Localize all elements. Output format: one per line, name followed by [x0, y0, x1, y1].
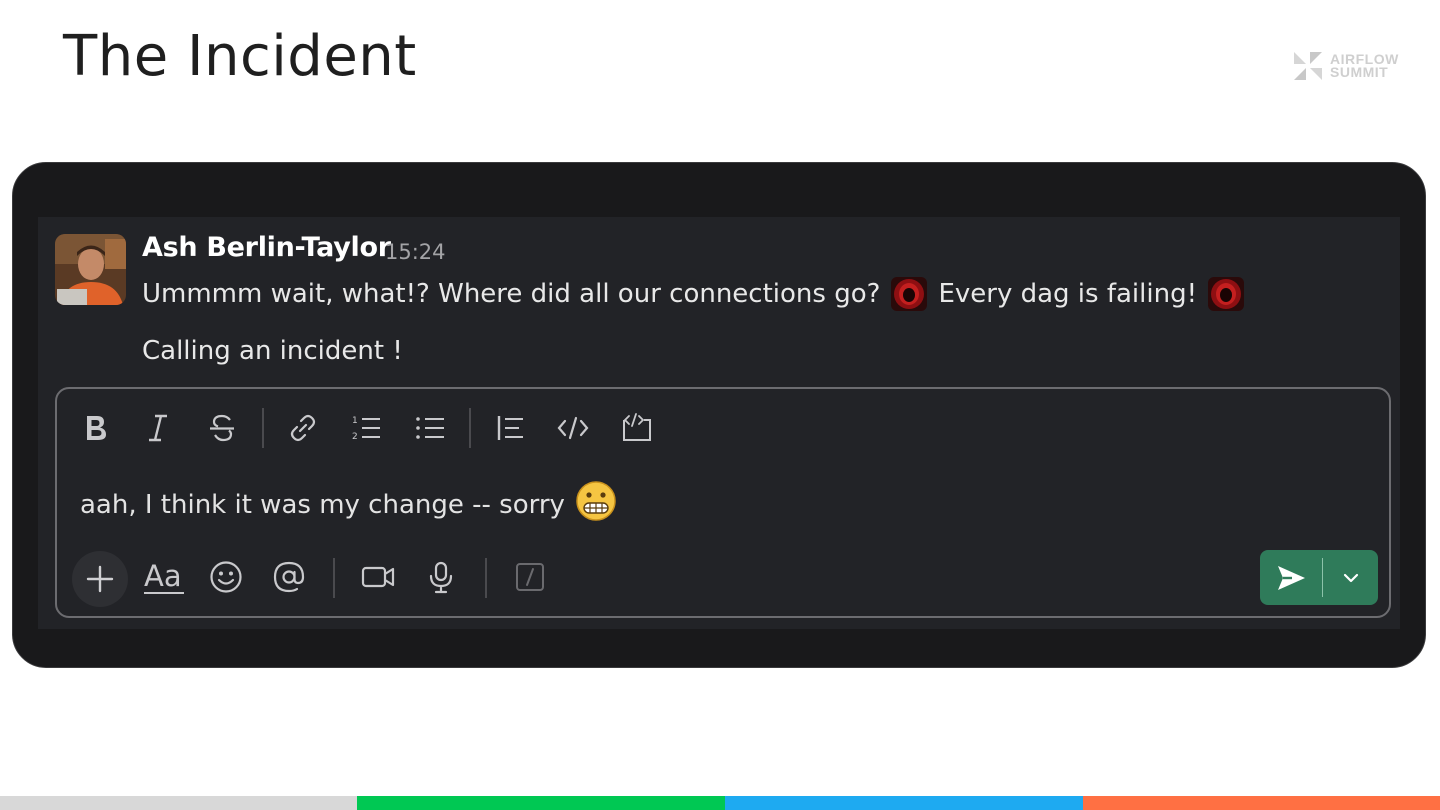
message-line-2: Calling an incident !	[142, 336, 403, 366]
draft-text: aah, I think it was my change -- sorry	[80, 489, 565, 520]
toolbar-divider	[485, 558, 487, 598]
send-button[interactable]	[1260, 550, 1322, 605]
link-icon[interactable]	[283, 408, 323, 448]
message-text-part2: Every dag is failing!	[938, 279, 1197, 309]
bulleted-list-icon[interactable]	[410, 408, 450, 448]
footer-bar-green	[357, 796, 725, 810]
format-label: Aa	[144, 559, 182, 593]
formatting-toggle-button[interactable]: Aa	[142, 557, 186, 597]
code-block-icon[interactable]	[617, 408, 657, 448]
emoji-button[interactable]	[206, 557, 246, 597]
microphone-icon	[429, 561, 453, 594]
video-icon	[361, 566, 395, 588]
strikethrough-icon[interactable]	[202, 408, 242, 448]
code-icon[interactable]	[553, 408, 593, 448]
plus-icon	[86, 565, 114, 593]
mention-icon	[273, 561, 305, 593]
avatar[interactable]	[55, 234, 126, 305]
fire-emoji-icon	[888, 274, 930, 314]
message-timestamp[interactable]: 15:24	[385, 240, 446, 264]
message-line-1: Ummmm wait, what!? Where did all our con…	[142, 274, 1255, 314]
footer-bar-gray	[0, 796, 357, 810]
audio-clip-button[interactable]	[421, 557, 461, 597]
italic-icon[interactable]	[138, 408, 178, 448]
send-icon	[1278, 565, 1305, 590]
send-button-group	[1260, 550, 1378, 605]
slash-command-button[interactable]	[510, 557, 550, 597]
svg-text:2: 2	[352, 432, 358, 442]
bold-icon[interactable]	[75, 408, 115, 448]
logo-line2: SUMMIT	[1330, 64, 1389, 80]
svg-text:1: 1	[352, 416, 358, 426]
formatting-icon: Aa	[144, 559, 184, 594]
message-text-part1: Ummmm wait, what!? Where did all our con…	[142, 279, 881, 309]
video-clip-button[interactable]	[358, 557, 398, 597]
blockquote-icon[interactable]	[490, 408, 530, 448]
mention-button[interactable]	[269, 557, 309, 597]
schedule-send-button[interactable]	[1323, 550, 1378, 605]
fire-emoji-icon	[1205, 274, 1247, 314]
slash-command-icon	[516, 563, 544, 591]
toolbar-divider	[262, 408, 264, 448]
footer-bar-blue	[725, 796, 1083, 810]
emoji-icon	[210, 561, 242, 593]
chevron-down-icon	[1343, 573, 1358, 582]
message-author[interactable]: Ash Berlin-Taylor	[142, 232, 391, 263]
footer-bar-orange	[1083, 796, 1440, 810]
toolbar-divider	[333, 558, 335, 598]
pinwheel-icon	[1294, 52, 1322, 80]
toolbar-divider	[469, 408, 471, 448]
airflow-summit-logo: AIRFLOW SUMMIT	[1292, 48, 1402, 84]
grimacing-emoji-icon	[575, 480, 617, 529]
numbered-list-icon[interactable]: 12	[346, 408, 386, 448]
add-attachment-button[interactable]	[72, 551, 128, 607]
message-input[interactable]: aah, I think it was my change -- sorry	[80, 480, 617, 529]
slide-title: The Incident	[63, 24, 417, 89]
